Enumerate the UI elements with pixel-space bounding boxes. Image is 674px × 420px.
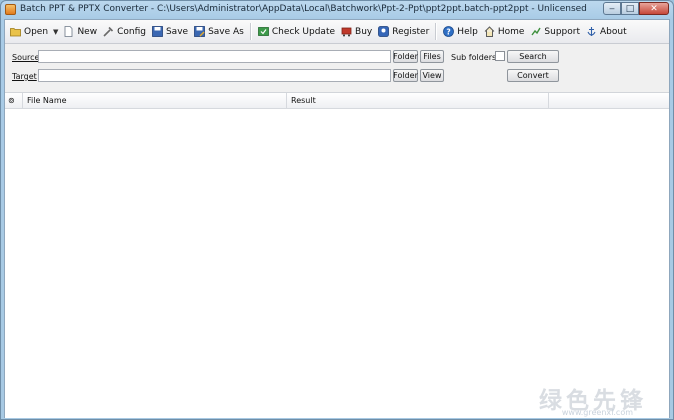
cart-icon	[341, 26, 352, 37]
column-status-header[interactable]: ⊚	[5, 93, 23, 108]
help-icon: ?	[443, 26, 455, 37]
tools-icon	[103, 26, 114, 37]
register-icon	[378, 26, 390, 37]
toolbar: Open ▼ New Config Save Save As Check Upd…	[5, 20, 669, 44]
status-column-icon: ⊚	[8, 96, 15, 105]
app-icon	[5, 4, 16, 15]
home-button[interactable]: Home	[481, 23, 528, 41]
subfolders-label: Sub folders	[451, 53, 497, 62]
new-button[interactable]: New	[60, 23, 100, 41]
close-button[interactable]: ✕	[639, 2, 669, 15]
config-button[interactable]: Config	[100, 23, 149, 41]
check-update-button[interactable]: Check Update	[255, 23, 338, 41]
about-label: About	[599, 26, 627, 37]
save-as-icon	[194, 26, 205, 37]
convert-button[interactable]: Convert	[507, 69, 559, 82]
source-input[interactable]	[38, 50, 391, 63]
toolbar-separator	[435, 23, 438, 40]
open-label: Open	[24, 26, 49, 37]
window-controls: ‒ □ ✕	[603, 2, 669, 16]
folder-open-icon	[10, 26, 21, 37]
save-as-label: Save As	[208, 26, 244, 37]
support-label: Support	[544, 26, 580, 37]
save-icon	[152, 26, 163, 37]
home-label: Home	[497, 26, 525, 37]
file-list[interactable]: ⊚ File Name Result	[5, 92, 669, 418]
target-view-button[interactable]: View	[420, 69, 444, 82]
source-files-button[interactable]: Files	[420, 50, 444, 63]
buy-label: Buy	[355, 26, 373, 37]
source-target-panel: Source Folder Files Sub folders Search T…	[5, 44, 669, 92]
source-label: Source	[12, 53, 40, 62]
svg-text:?: ?	[447, 27, 451, 36]
update-icon	[257, 26, 269, 37]
maximize-button[interactable]: □	[621, 2, 639, 15]
help-label: Help	[457, 26, 478, 37]
about-icon	[586, 26, 597, 37]
new-label: New	[77, 26, 98, 37]
save-as-button[interactable]: Save As	[191, 23, 247, 41]
support-icon	[530, 26, 542, 37]
open-dropdown-icon[interactable]: ▼	[53, 28, 58, 36]
help-button[interactable]: ? Help	[440, 23, 481, 41]
toolbar-separator	[249, 23, 252, 40]
save-label: Save	[165, 26, 189, 37]
config-label: Config	[117, 26, 146, 37]
title-bar[interactable]: Batch PPT & PPTX Converter - C:\Users\Ad…	[1, 1, 673, 19]
column-result-header[interactable]: Result	[287, 93, 549, 108]
file-list-header: ⊚ File Name Result	[5, 93, 669, 109]
open-button[interactable]: Open	[7, 23, 51, 41]
minimize-button[interactable]: ‒	[603, 2, 621, 15]
save-button[interactable]: Save	[149, 23, 191, 41]
home-icon	[484, 26, 495, 37]
search-button[interactable]: Search	[507, 50, 559, 63]
source-folder-button[interactable]: Folder	[393, 50, 418, 63]
about-button[interactable]: About	[583, 23, 630, 41]
register-button[interactable]: Register	[375, 23, 432, 41]
register-label: Register	[392, 26, 430, 37]
support-button[interactable]: Support	[527, 23, 583, 41]
window-title: Batch PPT & PPTX Converter - C:\Users\Ad…	[20, 4, 587, 14]
buy-button[interactable]: Buy	[338, 23, 375, 41]
watermark-url: www.greenxf.com	[561, 408, 633, 417]
target-label: Target	[12, 72, 37, 81]
target-input[interactable]	[38, 69, 391, 82]
column-file-name-header[interactable]: File Name	[23, 93, 287, 108]
client-area: Open ▼ New Config Save Save As Check Upd…	[4, 19, 670, 418]
app-window: Batch PPT & PPTX Converter - C:\Users\Ad…	[0, 0, 674, 420]
target-folder-button[interactable]: Folder	[393, 69, 418, 82]
check-update-label: Check Update	[271, 26, 336, 37]
subfolders-checkbox[interactable]	[495, 51, 505, 61]
new-document-icon	[63, 26, 74, 37]
